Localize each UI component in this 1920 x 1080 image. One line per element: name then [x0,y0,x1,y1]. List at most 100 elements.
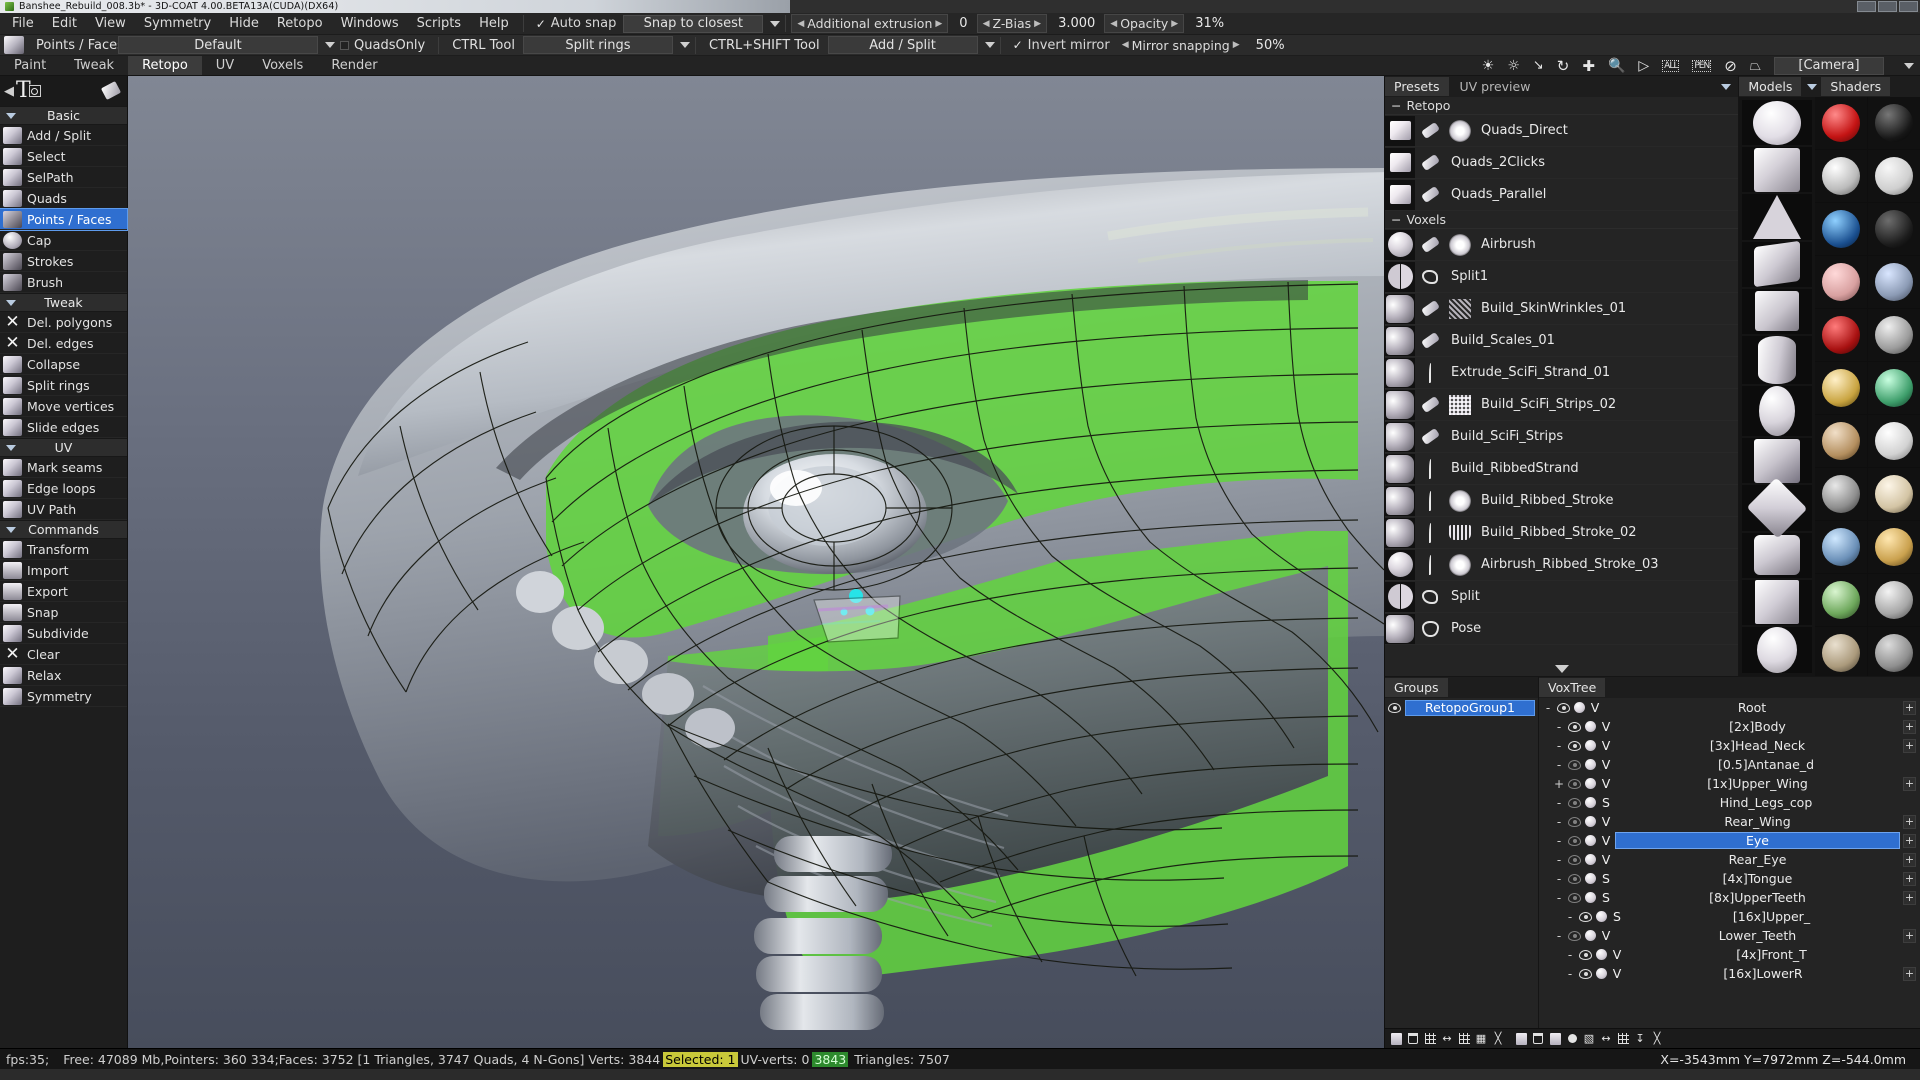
collapse-icon[interactable]: - [1554,739,1564,753]
new-volume-icon[interactable] [1514,1032,1528,1046]
layer-type-badge[interactable]: V [1589,700,1601,715]
ctrl-tool-dropdown[interactable]: Split rings [522,36,673,54]
layer-thumbnail[interactable] [1585,740,1596,751]
light-icon[interactable]: ☀ [1482,58,1495,74]
tool-item-collapse[interactable]: Collapse [0,354,127,375]
hand-icon[interactable] [1415,269,1445,284]
curve-stroke-icon[interactable] [1415,458,1445,479]
model-thumb[interactable] [1742,386,1813,437]
preset-row[interactable]: Split1 [1385,261,1739,293]
menu-symmetry[interactable]: Symmetry [135,14,220,33]
tool-item-del-polygons[interactable]: ✕ Del. polygons [0,312,127,333]
add-child-layer-button[interactable]: + [1903,738,1916,753]
knuckles-thumb[interactable] [1385,357,1415,388]
tab-uv-preview[interactable]: UV preview [1451,77,1540,96]
stack-icon[interactable]: ▧ [1582,1032,1596,1046]
stroke-icon[interactable] [1415,395,1445,414]
stroke-icon[interactable] [1415,153,1445,172]
collapse-icon[interactable]: - [1554,853,1564,867]
expand-icon[interactable]: + [1554,777,1564,791]
sphere-icon[interactable] [1565,1032,1579,1046]
add-child-layer-button[interactable]: + [1903,928,1916,943]
curve-stroke-icon[interactable] [1415,490,1445,511]
tab-voxtree[interactable]: VoxTree [1539,678,1606,697]
shader-swatch[interactable] [1815,521,1868,573]
snap-mode-dropdown[interactable]: Snap to closest [623,14,764,33]
preset-row[interactable]: Airbrush_Ribbed_Stroke_03 [1385,549,1739,581]
layer-thumbnail[interactable] [1596,911,1607,922]
3d-viewport[interactable] [128,76,1384,1048]
import-icon[interactable]: ↧ [1633,1032,1647,1046]
z-bias-value[interactable]: 3.000 [1049,16,1104,31]
add-child-layer-button[interactable]: + [1903,719,1916,734]
cube-thumb[interactable] [1385,115,1415,146]
collapse-icon[interactable]: - [1554,834,1564,848]
shader-swatch[interactable] [1868,574,1920,626]
layer-name[interactable]: [16x]Upper_ [1627,909,1916,924]
preset-row[interactable]: Quads_Direct [1385,115,1739,147]
star-icon[interactable] [1415,620,1445,637]
visibility-eye-icon[interactable] [1579,949,1592,960]
mirror-snapping-value[interactable]: 50% [1247,38,1294,53]
split-sphere-thumb[interactable] [1385,261,1415,292]
shader-swatch[interactable] [1815,415,1868,467]
tool-item-add-split[interactable]: Add / Split [0,125,127,146]
tool-item-del-edges[interactable]: ✕ Del. edges [0,333,127,354]
chevron-down-icon[interactable] [6,444,16,451]
menu-hide[interactable]: Hide [220,14,268,33]
collapse-icon[interactable]: − [1391,212,1401,227]
collapse-icon[interactable]: - [1554,929,1564,943]
add-child-layer-button[interactable]: + [1903,852,1916,867]
minimize-button[interactable] [1857,1,1876,12]
bulb-icon[interactable]: ☼ [1507,58,1520,74]
visibility-eye-icon[interactable] [1568,835,1581,846]
knuckles-thumb[interactable] [1385,485,1415,516]
shader-swatch[interactable] [1868,309,1920,361]
chevron-down-icon[interactable] [770,20,781,27]
shader-swatch[interactable] [1815,627,1868,676]
voxtree-row[interactable]: - V Rear_Wing + [1539,812,1920,831]
chevron-down-icon[interactable] [1904,62,1914,69]
add-child-layer-button[interactable]: + [1903,814,1916,829]
model-thumb[interactable] [1742,241,1813,288]
cube-thumb[interactable] [1385,147,1415,178]
layer-name[interactable]: Root [1605,700,1899,715]
arrow-right-icon[interactable]: ▶ [935,19,942,29]
chevron-down-icon[interactable] [6,526,16,533]
voxtree-row[interactable]: + V [1x]Upper_Wing + [1539,774,1920,793]
visibility-eye-icon[interactable] [1579,968,1592,979]
shader-swatch[interactable] [1868,521,1920,573]
round-alpha-icon[interactable] [1445,489,1475,512]
visibility-eye-icon[interactable] [1568,778,1581,789]
knuckles-thumb[interactable] [1385,293,1415,324]
knuckles-thumb[interactable] [1385,421,1415,452]
visibility-eye-icon[interactable] [1568,759,1581,770]
tab-presets[interactable]: Presets [1385,77,1449,96]
round-alpha-icon[interactable] [1445,119,1475,142]
arrow-left-icon[interactable]: ◀ [797,19,804,29]
tool-item-transform[interactable]: Transform [0,539,127,560]
shader-swatch[interactable] [1868,627,1920,676]
collapse-left-icon[interactable]: ◀ [4,84,14,99]
collapse-icon[interactable]: - [1565,967,1575,981]
arrow-right-icon[interactable]: ▶ [1233,40,1240,50]
voxtree-row[interactable]: - V [2x]Body + [1539,717,1920,736]
model-thumb[interactable] [1742,194,1813,240]
grid2-icon[interactable] [1457,1032,1471,1046]
collapse-icon[interactable]: - [1565,948,1575,962]
visibility-eye-icon[interactable] [1579,911,1592,922]
voxtree-row[interactable]: - V Root + [1539,698,1920,717]
presets-list[interactable]: − Retopo Quads_Direct Quads_2Clicks Quads_Pa… [1385,97,1739,662]
tool-item-split-rings[interactable]: Split rings [0,375,127,396]
collapse-icon[interactable]: - [1554,758,1564,772]
voxtree-row[interactable]: - V [4x]Front_T [1539,945,1920,964]
layer-name[interactable]: [3x]Head_Neck [1616,738,1899,753]
add-child-layer-button[interactable]: + [1903,966,1916,981]
preset-row[interactable]: Build_Ribbed_Stroke [1385,485,1739,517]
chevron-down-icon[interactable] [6,299,16,306]
tool-item-points-faces[interactable]: Points / Faces [0,208,128,231]
menu-file[interactable]: File [3,14,43,33]
models-list[interactable] [1739,97,1816,676]
voxtree-row[interactable]: - V [3x]Head_Neck + [1539,736,1920,755]
tab-shaders[interactable]: Shaders [1821,77,1891,96]
